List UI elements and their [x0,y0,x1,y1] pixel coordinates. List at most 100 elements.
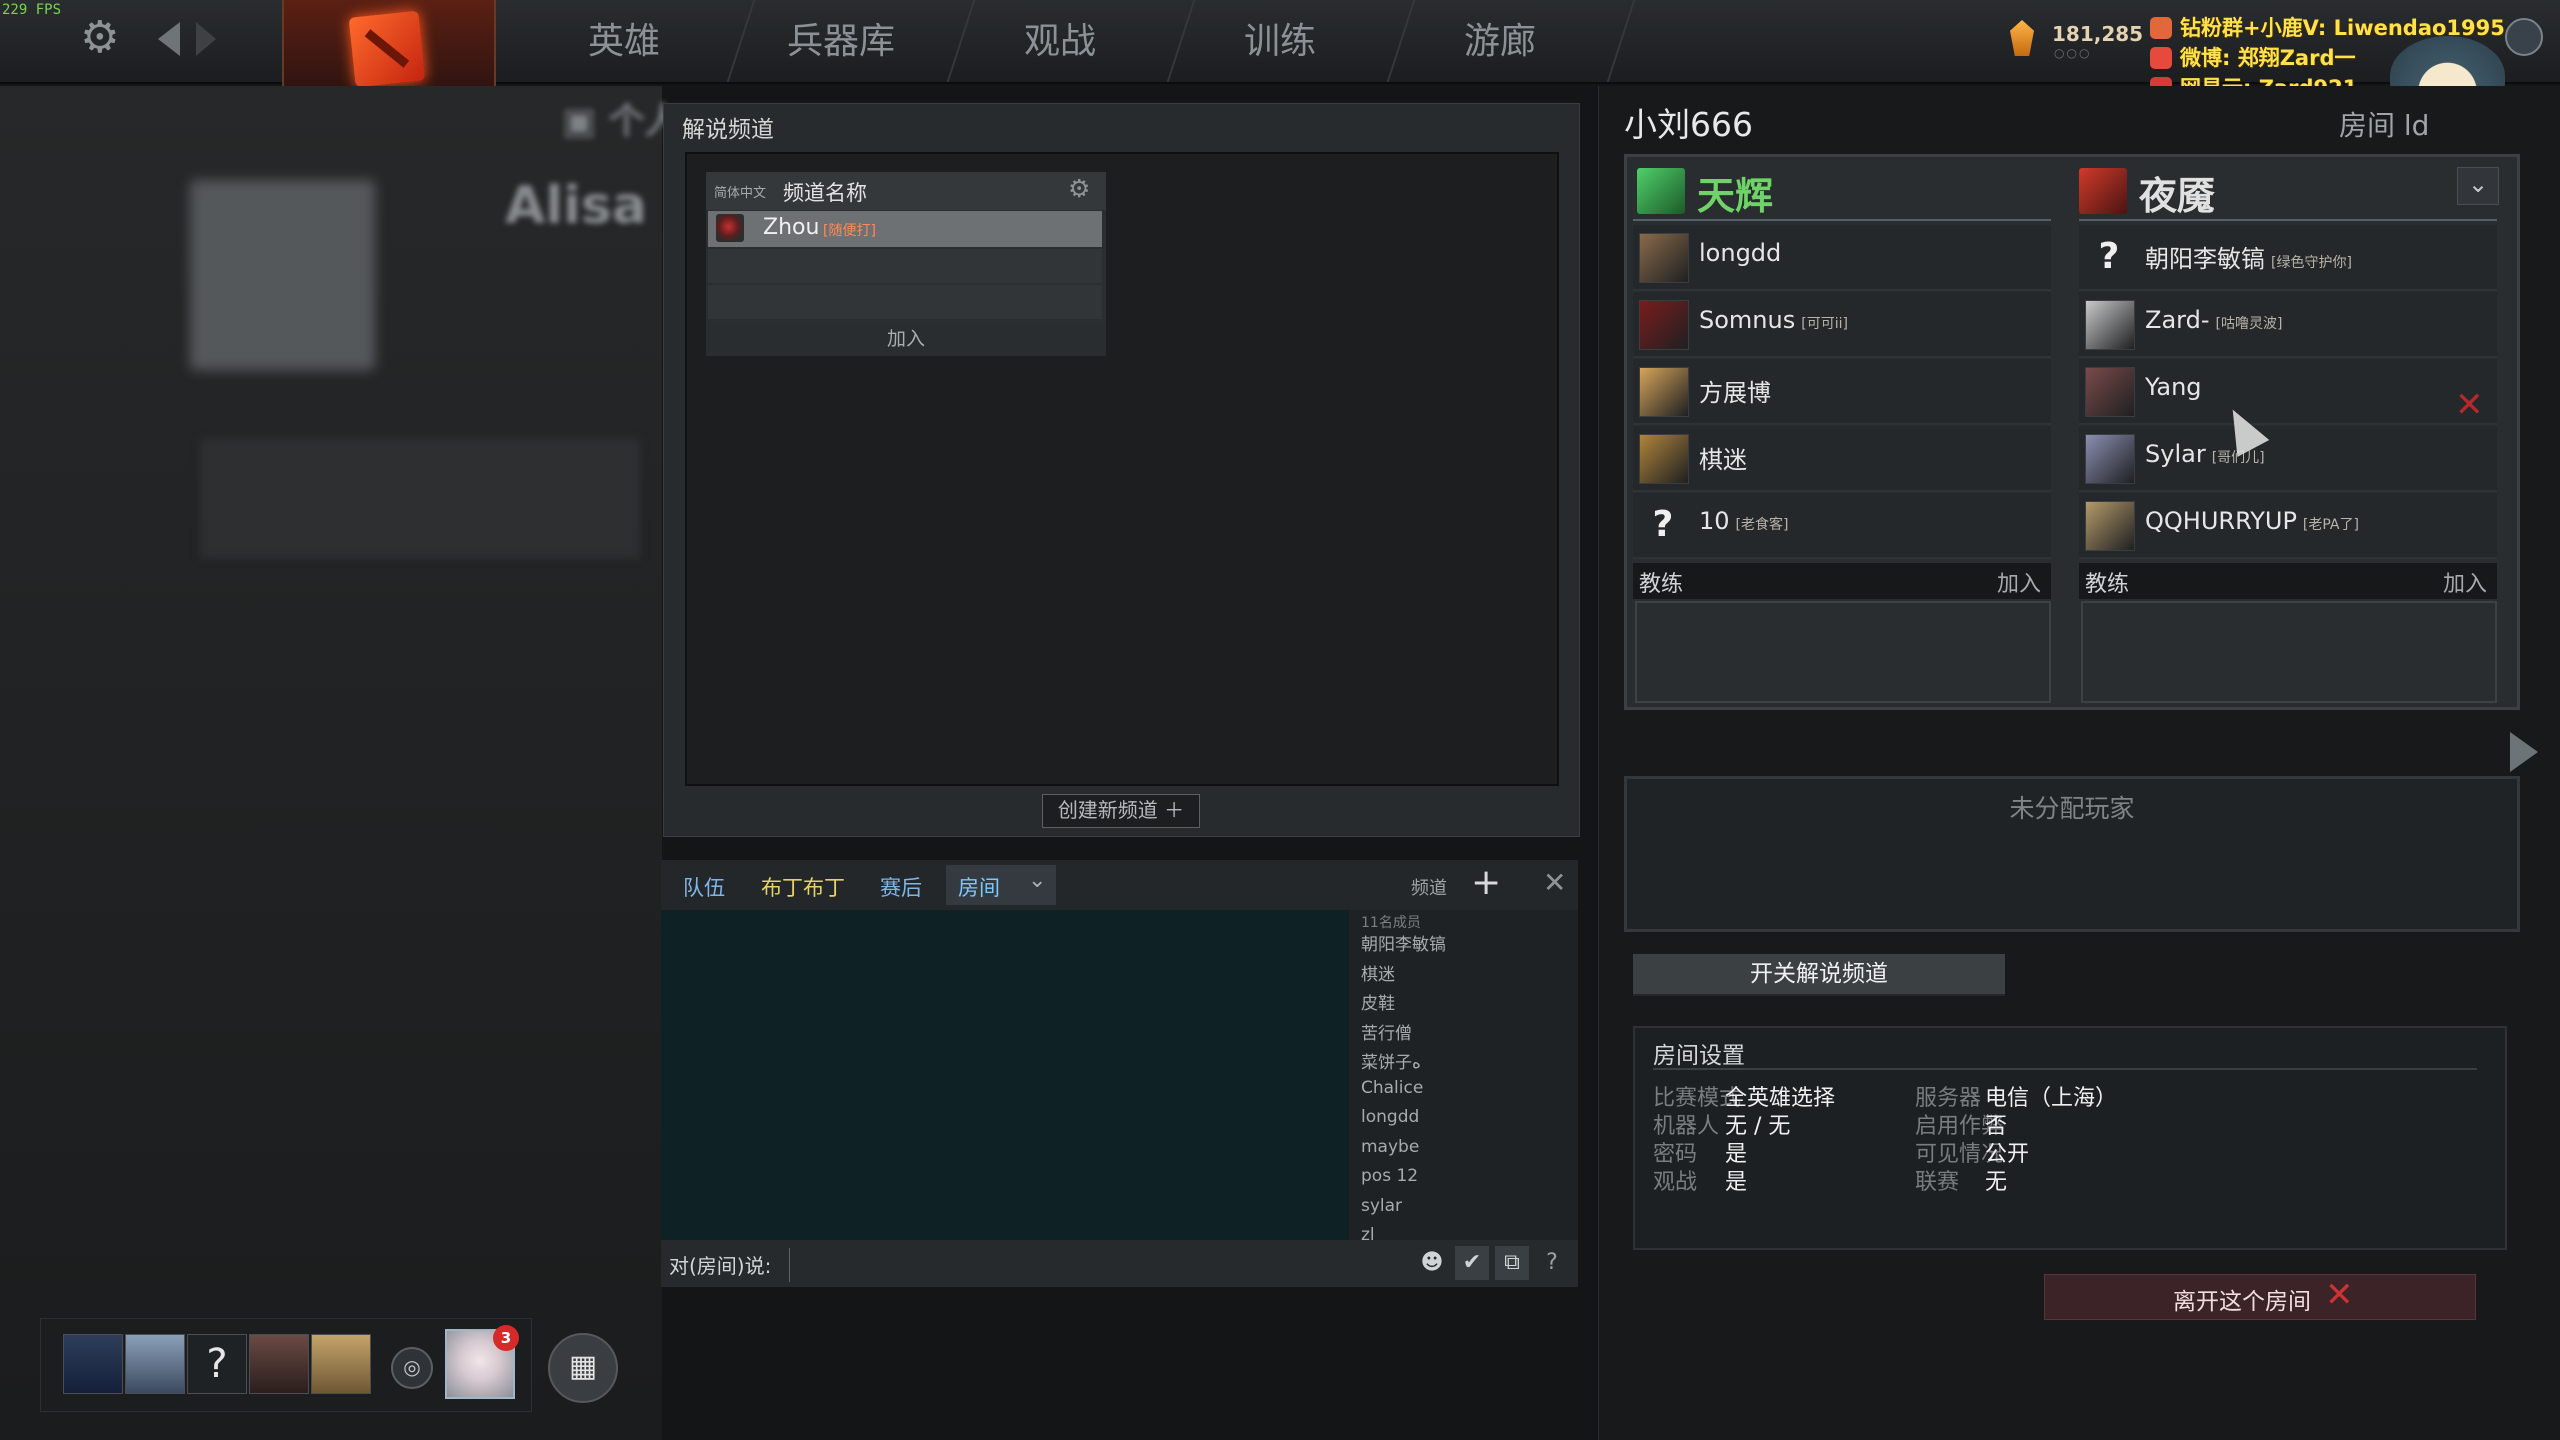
shard-level-dots: ○○○ [2054,46,2092,60]
radiant-player-slot[interactable]: longdd [1633,225,2051,291]
chat-member-name[interactable]: maybe [1361,1137,1419,1157]
party-member-avatar[interactable] [311,1334,371,1394]
radiant-team-name: 天辉 [1697,174,1774,218]
radiant-coach-slot[interactable] [1635,601,2051,703]
my-avatar[interactable]: 3 [445,1325,519,1399]
player-name: 10 [老食客] [1699,507,1788,535]
room-settings-panel: 房间设置 比赛模式 全英雄选择 机器人无 / 无密码是观战是服务器 电信（上海） 启用作… [1633,1026,2507,1250]
forward-arrow-icon[interactable] [196,22,216,56]
chat-member-name[interactable]: sylar [1361,1196,1402,1216]
blurred-profile-name: Alisa [505,176,647,236]
player-avatar [1639,233,1689,283]
back-arrow-icon[interactable] [158,22,180,56]
radiant-divider [1633,219,2051,221]
coach-label: 教练 [2085,572,2130,597]
expand-arrow-icon[interactable] [2510,732,2538,772]
party-member-unknown-avatar[interactable]: ? [187,1334,247,1394]
dire-player-slot[interactable]: Yang [2079,359,2497,425]
dota-logo-icon [348,10,426,88]
member-count: 11名成员 [1361,915,1421,931]
player-avatar [2085,367,2135,417]
dota-logo-button[interactable] [282,0,496,100]
caster-tag: [随便打] [823,223,876,239]
chat-member-name[interactable]: 苦行僧 [1361,1019,1412,1044]
player-name-text: Yang [2145,373,2202,401]
radiant-logo-icon [1637,168,1685,214]
chat-member-name[interactable]: zl [1361,1225,1375,1240]
player-tag: [老食客] [1735,517,1789,533]
confirm-check-icon[interactable]: ✔ [1455,1246,1489,1280]
channel-language: 简体中文 [714,186,767,201]
chat-member-name[interactable]: 皮鞋 [1361,989,1395,1014]
top-nav-bar: 229 FPS ⚙ 英雄 兵器库 观战 训练 游廊 181,285 ○○○ [0,0,2560,100]
nav-heroes[interactable]: 英雄 [588,14,660,70]
close-chat-icon[interactable]: ✕ [1543,866,1566,899]
nav-armory[interactable]: 兵器库 [787,14,895,70]
unassigned-players-box[interactable]: 未分配玩家 [1624,776,2520,932]
tab-party[interactable]: 布丁布丁 [761,872,845,902]
leave-lobby-label: 离开这个房间 [2173,1289,2311,1315]
lobby-name: 小刘666 [1624,105,1753,144]
unknown-player-icon: ? [1652,504,1674,545]
tab-room[interactable]: 房间 ⌄ [946,865,1056,905]
chat-member-name[interactable]: 棋迷 [1361,960,1395,985]
party-member-avatar[interactable] [125,1334,185,1394]
party-member-avatar[interactable] [63,1334,123,1394]
radiant-header: 天辉 [1633,163,2051,219]
help-icon[interactable]: ? [1535,1246,1569,1280]
kick-player-icon[interactable]: ✕ [2455,385,2484,425]
nav-arcade[interactable]: 游廊 [1464,14,1536,70]
dire-coach-slot[interactable] [2081,601,2497,703]
radiant-player-slot[interactable]: 棋迷 [1633,426,2051,492]
leave-lobby-button[interactable]: 离开这个房间 ✕ [2044,1274,2476,1320]
chat-member-name[interactable]: 朝阳李敏镐 [1361,930,1446,955]
player-name-text: QQHURRYUP [2145,507,2297,535]
nav-learn[interactable]: 训练 [1244,14,1316,70]
dire-player-slot[interactable]: QQHURRYUP [老PA了] [2079,493,2497,559]
tab-team[interactable]: 队伍 [683,872,725,902]
add-channel-plus-icon[interactable]: + [1471,862,1501,903]
coach-label: 教练 [1639,572,1684,597]
party-member-avatar[interactable] [249,1334,309,1394]
toggle-broadcast-channel-button[interactable]: 开关解说频道 [1633,954,2005,996]
radiant-player-slot[interactable]: Somnus [可可ii] [1633,292,2051,358]
chat-member-name[interactable]: longdd [1361,1107,1419,1127]
dire-dropdown-chevron-icon[interactable]: ⌄ [2457,167,2499,205]
channel-row[interactable]: Zhou [随便打] [708,211,1102,247]
nav-divider [1386,0,1416,82]
dire-divider [2079,219,2497,221]
team-slots: 天辉 夜魇 ⌄ longdd Somnus [可可ii] 方展博 棋迷? 10 [老食客] … [1624,154,2520,710]
dire-player-slot[interactable]: Zard- [咕噜灵波] [2079,292,2497,358]
chat-member-name[interactable]: Chalice [1361,1078,1423,1098]
player-avatar [1639,367,1689,417]
empty-caster-slot [708,285,1102,319]
settings-gear-icon[interactable]: ⚙ [80,14,119,62]
chat-member-name[interactable]: 菜饼子ﻩ [1361,1048,1421,1073]
caster-avatar-icon [716,214,744,242]
emoticon-icon[interactable]: ☻ [1415,1246,1449,1280]
radiant-coach-join-button[interactable]: 加入 [1997,566,2041,598]
dire-player-slot[interactable]: ? 朝阳李敏镐 [绿色守护你] [2079,225,2497,291]
player-name-text: 方展博 [1699,379,1771,407]
radiant-player-slot[interactable]: 方展博 [1633,359,2051,425]
player-name: Yang [2145,373,2202,401]
nav-divider [946,0,976,82]
voice-headset-icon[interactable]: ◎ [391,1347,433,1389]
nav-watch[interactable]: 观战 [1024,14,1096,70]
dire-player-slot[interactable]: Sylar [哥们儿] [2079,426,2497,492]
player-avatar [1639,434,1689,484]
dire-coach-join-button[interactable]: 加入 [2443,566,2487,598]
party-menu-button[interactable]: ▦ [548,1333,618,1403]
tab-postgame[interactable]: 赛后 [880,872,922,902]
chat-target-label: 对(房间)说: [669,1254,772,1278]
radiant-player-slot[interactable]: ? 10 [老食客] [1633,493,2051,559]
channel-settings-gear-icon[interactable]: ⚙ [1068,174,1090,203]
join-channel-button[interactable]: 加入 [706,322,1106,356]
profile-menu-icon[interactable] [2505,18,2543,56]
chat-member-name[interactable]: pos 12 [1361,1166,1418,1186]
player-name-text: 棋迷 [1699,446,1747,474]
player-name: Somnus [可可ii] [1699,306,1848,334]
create-channel-button[interactable]: 创建新频道 ＋ [1042,794,1200,828]
chat-input[interactable] [789,1248,1374,1282]
chat-wheel-icon[interactable]: ⧉ [1495,1246,1529,1280]
